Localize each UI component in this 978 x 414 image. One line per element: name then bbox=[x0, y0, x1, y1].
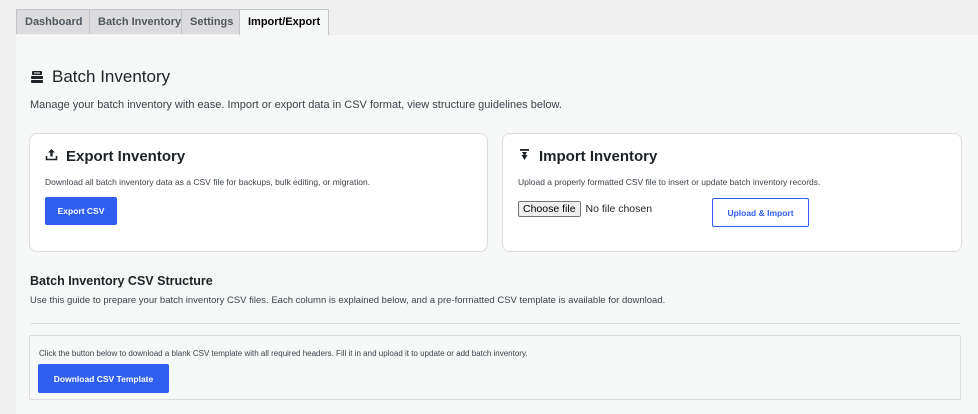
export-csv-button[interactable]: Export CSV bbox=[45, 197, 117, 225]
section-divider bbox=[30, 323, 960, 324]
download-pin-icon bbox=[518, 148, 531, 165]
tab-batch-inventory[interactable]: Batch Inventory bbox=[89, 9, 191, 34]
upload-import-button[interactable]: Upload & Import bbox=[712, 198, 809, 227]
tab-dashboard[interactable]: Dashboard bbox=[16, 9, 92, 34]
import-card-title-text: Import Inventory bbox=[539, 148, 658, 165]
import-card-title: Import Inventory bbox=[518, 148, 657, 165]
export-card-title-text: Export Inventory bbox=[66, 148, 186, 165]
page-title-text: Batch Inventory bbox=[52, 67, 171, 86]
upload-tray-icon bbox=[45, 148, 58, 165]
export-card-description: Download all batch inventory data as a C… bbox=[45, 177, 371, 187]
export-card-title: Export Inventory bbox=[45, 148, 185, 165]
choose-file-button[interactable]: Choose file bbox=[518, 201, 581, 217]
export-card: Export Inventory Download all batch inve… bbox=[29, 133, 488, 252]
csv-structure-description: Use this guide to prepare your batch inv… bbox=[30, 295, 666, 306]
tab-import-export[interactable]: Import/Export bbox=[239, 9, 330, 36]
import-export-panel: Batch Inventory Manage your batch invent… bbox=[16, 35, 978, 414]
template-download-box: Click the button below to download a bla… bbox=[29, 335, 961, 400]
template-instructions: Click the button below to download a bla… bbox=[39, 349, 528, 358]
inventory-stack-icon bbox=[30, 70, 44, 84]
page-title: Batch Inventory bbox=[30, 65, 170, 89]
import-card: Import Inventory Upload a properly forma… bbox=[502, 133, 962, 252]
tab-bar: Dashboard Batch Inventory Settings Impor… bbox=[16, 9, 978, 36]
csv-structure-title: Batch Inventory CSV Structure bbox=[30, 274, 213, 288]
tab-settings[interactable]: Settings bbox=[181, 9, 243, 34]
file-input[interactable]: Choose file No file chosen bbox=[518, 201, 652, 217]
import-card-description: Upload a properly formatted CSV file to … bbox=[518, 177, 821, 187]
file-status-text: No file chosen bbox=[585, 203, 653, 215]
download-csv-template-button[interactable]: Download CSV Template bbox=[38, 364, 169, 393]
page-intro: Manage your batch inventory with ease. I… bbox=[30, 99, 562, 111]
